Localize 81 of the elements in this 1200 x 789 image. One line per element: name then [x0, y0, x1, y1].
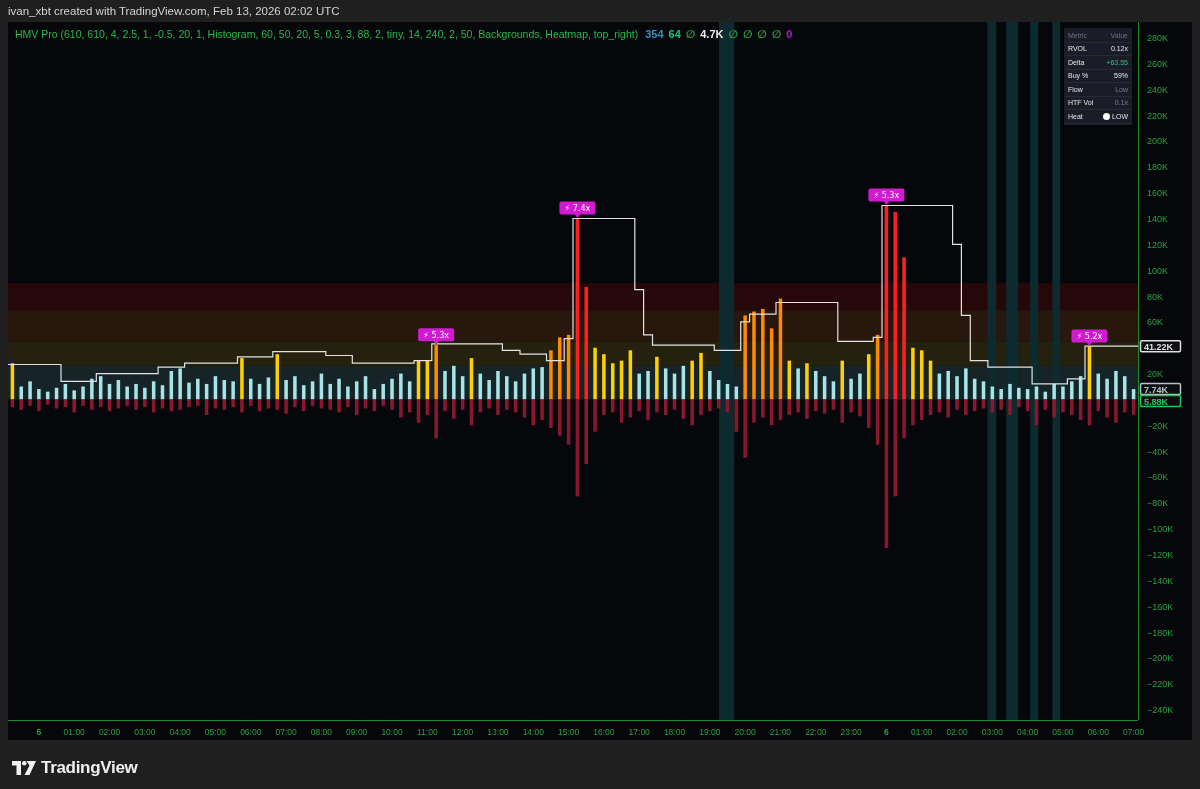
axis-tick-label: −100K	[1147, 524, 1174, 535]
axis-tick-label: 08:00	[310, 727, 333, 737]
axis-tick-label: 06:00	[240, 727, 262, 737]
axis-tick-label: 03:00	[981, 727, 1003, 737]
axis-tick-label: 09:00	[346, 727, 368, 737]
axis-tick-label: 18:00	[663, 727, 686, 737]
axis-tick-label: −180K	[1147, 627, 1174, 638]
axis-tick-label: 07:00	[275, 727, 297, 737]
axis-tick-label: 6	[884, 727, 889, 737]
indicator-value: 0	[786, 28, 793, 40]
axis-tick-label: 17:00	[628, 727, 650, 737]
axis-tick-label: 11:00	[417, 727, 438, 737]
axis-tick-label: 280K	[1147, 33, 1169, 43]
price-label: 41.22K	[1139, 339, 1182, 353]
indicator-value: ∅	[685, 28, 696, 41]
annotation: ⚡ 5.3x	[423, 330, 450, 340]
axis-tick-label: 05:00	[1052, 727, 1074, 737]
axis-tick-label: 20:00	[734, 727, 756, 737]
logo-icon	[12, 761, 36, 775]
axis-tick-label: 15:00	[557, 727, 580, 737]
axis-tick-label: −60K	[1147, 472, 1169, 483]
axis-tick-label: −140K	[1147, 575, 1174, 586]
axis-tick-label: 10:00	[381, 727, 403, 737]
price-label: 5.88K	[1139, 394, 1182, 408]
axis-tick-label: 04:00	[1017, 727, 1039, 737]
spike-label: ⚡ 7.4x	[559, 201, 596, 218]
axis-tick-label: 21:00	[769, 727, 792, 737]
price-label: 7.74K	[1139, 382, 1182, 396]
axis-tick-label: 160K	[1147, 188, 1169, 199]
axis-tick-label: 22:00	[805, 727, 827, 737]
axis-tick-label: −20K	[1147, 420, 1169, 431]
axis-tick-label: −220K	[1147, 679, 1174, 690]
axis-tick-label: 23:00	[840, 727, 862, 737]
axis-tick-label: 03:00	[134, 727, 156, 737]
indicator-title: HMV Pro (610, 610, 4, 2.5, 1, -0.5, 20, 1, Histogram, 60, 50, 20, 5, 0.3, 3, 88, 2, tiny, 14, 240, 2, 50, Backgrounds, Heatmap, top_right)	[15, 28, 639, 40]
axis-tick-label: 180K	[1147, 162, 1169, 173]
axis-tick-label: 12:00	[452, 727, 474, 737]
axis-tick-label: 04:00	[169, 727, 191, 737]
axis-tick-label: 140K	[1147, 213, 1169, 224]
axis-tick-label: 200K	[1147, 136, 1169, 147]
axis-tick-label: −40K	[1147, 446, 1169, 457]
spike-label: ⚡ 5.2x	[1071, 329, 1108, 346]
axis-tick-label: 06:00	[1087, 727, 1109, 737]
axis-tick-label: 240K	[1147, 84, 1169, 95]
indicator-value: ∅	[728, 28, 738, 41]
axis-tick-label: 100K	[1147, 265, 1169, 276]
annotation: ⚡ 7.4x	[564, 203, 591, 213]
axis-tick-label: 120K	[1147, 239, 1169, 250]
axis-tick-label: 02:00	[98, 727, 121, 737]
axis-tick-label: 01:00	[63, 727, 85, 737]
indicator-value: ∅	[771, 28, 782, 41]
axis-tick-label: 07:00	[1122, 727, 1145, 737]
spike-label: ⚡ 5.3x	[868, 188, 905, 206]
indicator-value: ∅	[742, 28, 753, 41]
axis-tick-label: −200K	[1147, 653, 1174, 664]
chart-caption: ivan_xbt created with TradingView.com, Feb 13, 2026 02:02 UTC	[8, 5, 340, 17]
axis-tick-label: 220K	[1147, 110, 1169, 121]
indicator-value: 4.7K	[700, 28, 724, 40]
axis-tick-label: 05:00	[204, 727, 227, 737]
axis-tick-label: 01:00	[911, 727, 933, 737]
axis-tick-label: −120K	[1147, 550, 1174, 561]
axis-tick-label: 14:00	[522, 727, 544, 737]
axis-tick-label: 80K	[1147, 291, 1163, 302]
axis-tick-label: 16:00	[593, 727, 615, 737]
axis-tick-label: 20K	[1147, 369, 1163, 380]
annotation: ⚡ 5.3x	[873, 191, 900, 201]
axis-tick-label: 60K	[1147, 317, 1163, 328]
indicator-value: ∅	[757, 28, 767, 41]
logo-text: TradingView	[41, 758, 138, 778]
axis-tick-label: 260K	[1147, 58, 1169, 69]
axis-tick-label: −160K	[1147, 601, 1174, 612]
axis-tick-label: 19:00	[699, 727, 721, 737]
indicator-value: 64	[668, 28, 681, 40]
axis-tick-label: −80K	[1147, 498, 1169, 509]
axis-tick-label: 5	[36, 727, 42, 737]
axis-tick-label: 13:00	[487, 727, 509, 737]
indicator-value: 354	[645, 28, 664, 40]
spike-label: ⚡ 5.3x	[418, 328, 455, 345]
axis-tick-label: 02:00	[946, 727, 968, 737]
axis-tick-label: −240K	[1147, 705, 1174, 716]
annotation: ⚡ 5.2x	[1076, 331, 1103, 341]
